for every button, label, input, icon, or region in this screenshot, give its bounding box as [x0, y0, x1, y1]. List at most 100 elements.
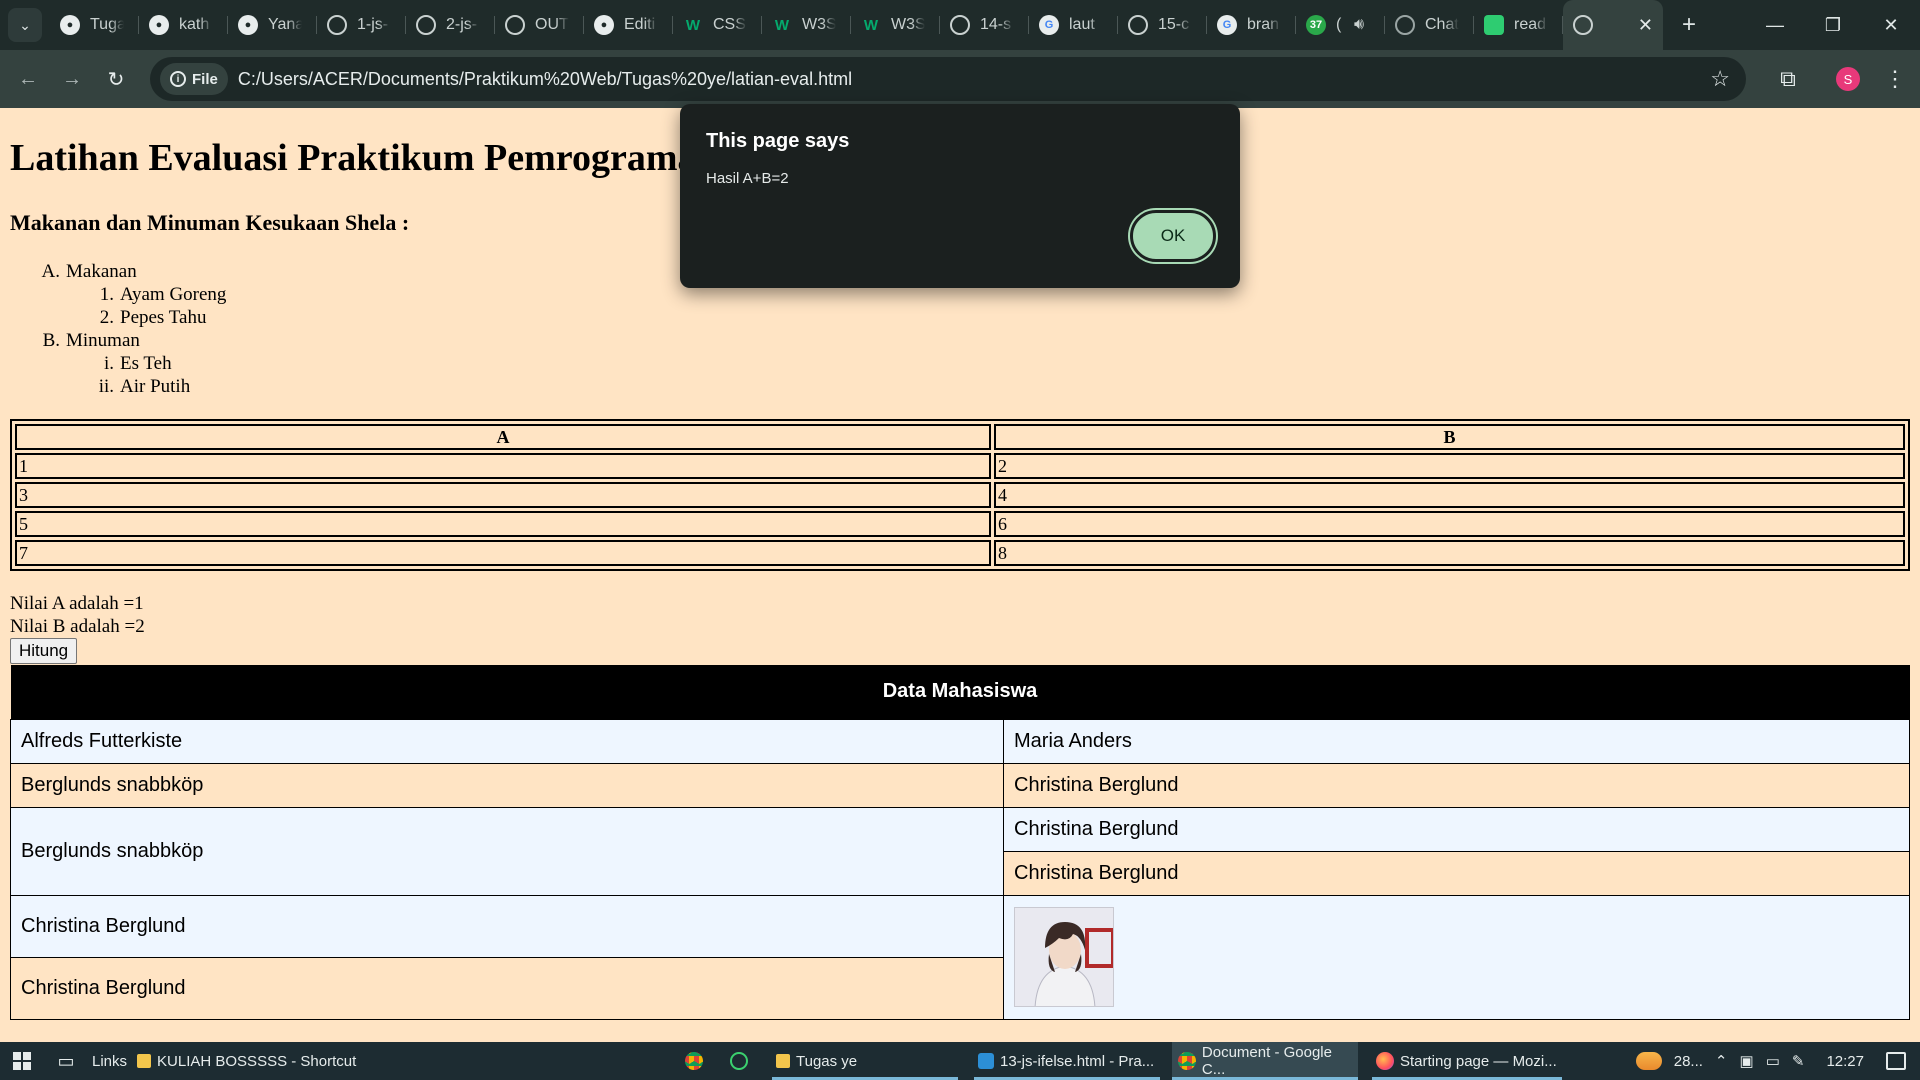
tab-title: 14-s — [980, 16, 1012, 33]
notification-icon[interactable] — [1886, 1052, 1906, 1070]
weather-text[interactable]: 28... — [1674, 1053, 1703, 1070]
clock[interactable]: 12:27 — [1826, 1053, 1864, 1070]
tab[interactable]: 37 (🔊︎ — [1296, 0, 1385, 50]
tab[interactable]: W CSS — [673, 0, 762, 50]
tab[interactable]: ● Tugas — [50, 0, 139, 50]
weather-icon[interactable] — [1635, 1052, 1662, 1070]
table-cell: Christina Berglund — [10, 894, 1004, 958]
tab-title: W3S — [802, 16, 836, 33]
ab-table: A B 12 34 56 78 — [10, 419, 1910, 571]
tab[interactable]: OUT — [495, 0, 584, 50]
table-cell: Maria Anders — [1003, 718, 1910, 764]
mahasiswa-table: Data Mahasiswa Alfreds Futterkiste Maria… — [10, 665, 1910, 1020]
hitung-button[interactable]: Hitung — [10, 638, 78, 664]
taskbar-app-tugas-ye[interactable]: Tugas ye — [772, 1042, 958, 1080]
tab[interactable]: ● kath — [139, 0, 228, 50]
tab[interactable]: Chat — [1385, 0, 1474, 50]
globe-icon — [1128, 15, 1148, 35]
tab[interactable]: 14-s — [940, 0, 1029, 50]
tab-search-button[interactable]: ⌄ — [8, 8, 42, 42]
restore-icon: ❐ — [1824, 14, 1842, 35]
taskbar-chrome-icon[interactable] — [685, 1042, 703, 1080]
tab[interactable]: Glaut — [1029, 0, 1118, 50]
profile-avatar[interactable]: S — [1836, 67, 1860, 91]
chevron-up-icon[interactable]: ⌃ — [1715, 1052, 1728, 1070]
tab-title: Tugas — [90, 16, 124, 33]
bookmark-star-icon[interactable]: ☆ — [1710, 66, 1730, 92]
list-marker: ii. — [98, 376, 114, 397]
close-window-button[interactable]: ✕ — [1862, 0, 1920, 50]
minimize-button[interactable]: — — [1746, 0, 1804, 50]
favorites-subheading: Makanan dan Minuman Kesukaan Shela : — [10, 210, 410, 235]
tab[interactable]: W W3S — [762, 0, 851, 50]
more-menu-icon[interactable]: ⋮ — [1880, 57, 1910, 101]
extensions-icon[interactable]: ⧉ — [1766, 57, 1810, 101]
close-icon: ✕ — [1883, 14, 1899, 35]
w3schools-icon: W — [685, 16, 701, 34]
taskbar-whatsapp-icon[interactable] — [730, 1042, 748, 1080]
meet-icon[interactable]: ▣ — [1740, 1052, 1754, 1070]
battery-icon[interactable]: ▭ — [1766, 1052, 1780, 1070]
tab[interactable]: read — [1474, 0, 1563, 50]
tab-title: 1-js- — [357, 16, 389, 33]
whatsapp-icon — [730, 1052, 748, 1070]
table-cell: 6 — [994, 511, 1905, 537]
tab[interactable]: 1-js- — [317, 0, 406, 50]
tab[interactable]: Gbran — [1207, 0, 1296, 50]
task-view-button[interactable]: ▭ — [44, 1042, 88, 1080]
window-controls: — ❐ ✕ — [1746, 0, 1920, 50]
tab-active[interactable]: ✕ — [1563, 0, 1663, 50]
table-cell: 5 — [15, 511, 991, 537]
taskbar-app-label: Starting page — Mozi... — [1400, 1052, 1557, 1070]
url-text[interactable]: C:/Users/ACER/Documents/Praktikum%20Web/… — [238, 69, 852, 90]
back-button[interactable]: ← — [6, 57, 50, 101]
table-cell: Christina Berglund — [1003, 762, 1910, 808]
forward-button[interactable]: → — [50, 57, 94, 101]
shortcut-label: KULIAH BOSSSSS - Shortcut — [157, 1052, 357, 1070]
tab[interactable]: W W3S — [851, 0, 940, 50]
list-marker: A. — [41, 261, 60, 282]
tab-strip: ⌄ ● Tugas ● kath ● Yana 1-js- 2-js- OUT ● Ed… — [0, 0, 1920, 50]
tab[interactable]: 15-c — [1118, 0, 1207, 50]
new-tab-button[interactable]: + — [1669, 5, 1709, 45]
globe-icon — [950, 15, 970, 35]
system-tray: 28... ⌃ ▣ ▭ ✎ 12:27 — [1635, 1042, 1920, 1080]
column-header: A — [15, 424, 991, 450]
list-item: 1. Ayam Goreng — [36, 283, 227, 306]
taskbar-app-label: Document - Google C... — [1201, 1044, 1332, 1078]
links-toolbar[interactable]: Links — [92, 1053, 127, 1070]
ok-button[interactable]: OK — [1130, 210, 1216, 262]
site-info-chip[interactable]: i File — [160, 63, 228, 95]
close-icon[interactable]: ✕ — [1638, 15, 1653, 36]
photo-cell — [1003, 894, 1910, 1020]
table-cell: Alfreds Futterkiste — [10, 718, 1004, 764]
address-bar[interactable]: i File C:/Users/ACER/Documents/Praktikum… — [150, 57, 1746, 101]
reload-button[interactable]: ↻ — [94, 57, 138, 101]
plus-icon: + — [1681, 11, 1696, 38]
pen-icon[interactable]: ✎ — [1792, 1052, 1805, 1070]
tab[interactable]: ● Editi — [584, 0, 673, 50]
list-marker: B. — [42, 330, 60, 351]
taskbar-app-chrome-document[interactable]: Document - Google C... — [1172, 1042, 1358, 1080]
table-cell: 8 — [994, 540, 1905, 566]
kuliah-shortcut[interactable]: KULIAH BOSSSSS - Shortcut — [137, 1053, 356, 1070]
table-cell: 1 — [15, 453, 991, 479]
table-cell: Christina Berglund — [10, 956, 1004, 1020]
taskbar-app-vscode[interactable]: 13-js-ifelse.html - Pra... — [974, 1042, 1160, 1080]
speaker-icon[interactable]: 🔊︎ — [1354, 16, 1364, 34]
taskbar-app-firefox[interactable]: Starting page — Mozi... — [1372, 1042, 1562, 1080]
tab-title: W3S — [891, 16, 925, 33]
start-button[interactable] — [0, 1042, 44, 1080]
reload-icon: ↻ — [107, 68, 125, 91]
mahasiswa-title: Data Mahasiswa — [10, 665, 1910, 719]
list-item-label: Es Teh — [120, 353, 172, 374]
restore-button[interactable]: ❐ — [1804, 0, 1862, 50]
site-chip-label: File — [192, 70, 218, 88]
minimize-icon: — — [1766, 14, 1784, 35]
table-header-row: Data Mahasiswa — [10, 665, 1910, 719]
list-marker: 1. — [99, 284, 114, 305]
tab[interactable]: 2-js- — [406, 0, 495, 50]
tab[interactable]: ● Yana — [228, 0, 317, 50]
windows-taskbar: ▭ Links KULIAH BOSSSSS - Shortcut Tugas … — [0, 1042, 1920, 1080]
tab-title: 15-c — [1158, 16, 1190, 33]
